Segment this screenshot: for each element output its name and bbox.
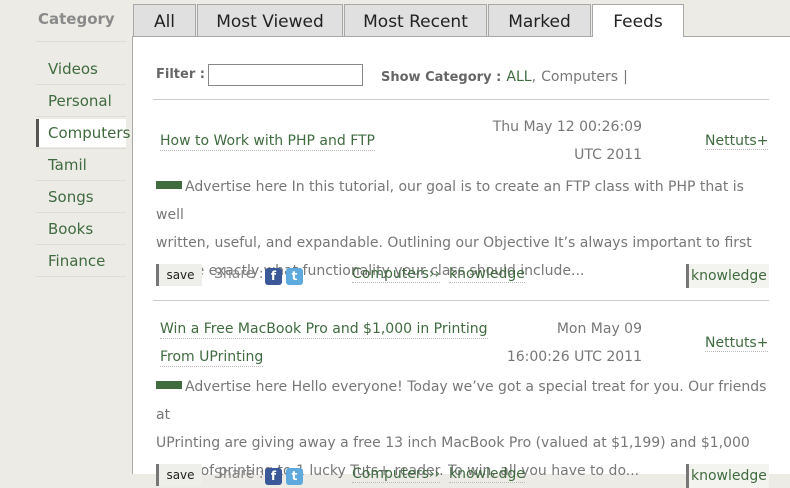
- summary-line: Advertise here Hello everyone! Today we’…: [156, 379, 767, 423]
- feed-source-link[interactable]: Nettuts+: [705, 133, 769, 150]
- category-link[interactable]: Computers››: [352, 466, 441, 483]
- divider: [36, 116, 126, 117]
- divider: [36, 244, 126, 245]
- summary-line: written, useful, and expandable. Outlini…: [156, 235, 752, 251]
- feed-item-date-line2: UTC 2011: [574, 147, 642, 163]
- facebook-icon[interactable]: f: [265, 468, 282, 485]
- advertise-icon: [156, 181, 182, 189]
- feed-item-title-link[interactable]: How to Work with PHP and FTP: [160, 133, 376, 151]
- share-label: Share :: [214, 266, 264, 282]
- category-sidebar: Category Videos Personal Computers Tamil…: [0, 0, 132, 474]
- divider: [36, 276, 126, 277]
- show-category-label: Show Category :: [381, 70, 502, 85]
- feed-item-date: Thu May 12 00:26:09: [492, 119, 642, 135]
- tab-most-viewed[interactable]: Most Viewed: [197, 4, 343, 36]
- show-category-all-link[interactable]: ALL: [506, 69, 531, 85]
- summary-line: Advertise here In this tutorial, our goa…: [156, 179, 744, 223]
- feed-item-date-line2: 16:00:26 UTC 2011: [506, 349, 642, 365]
- save-button[interactable]: save: [156, 464, 202, 486]
- category-link[interactable]: Computers››: [352, 266, 441, 283]
- advertise-icon: [156, 381, 182, 389]
- feed-item: Win a Free MacBook Pro and $1,000 in Pri…: [133, 307, 790, 488]
- sidebar-item-computers[interactable]: Computers: [36, 119, 130, 147]
- sidebar-item-videos[interactable]: Videos: [36, 55, 126, 83]
- divider: [36, 148, 126, 149]
- divider: [36, 180, 126, 181]
- keyword-badge[interactable]: knowledge: [686, 464, 769, 488]
- keyword-badge[interactable]: knowledge: [686, 264, 769, 288]
- sidebar-item-songs[interactable]: Songs: [36, 183, 126, 211]
- tab-most-recent[interactable]: Most Recent: [344, 4, 487, 36]
- feeds-panel: Filter : Show Category : ALL, Computers …: [132, 36, 790, 488]
- sidebar-item-tamil[interactable]: Tamil: [36, 151, 126, 179]
- divider: [36, 84, 126, 85]
- feed-item-title-link-line2[interactable]: From UPrinting: [160, 349, 264, 367]
- divider: [36, 212, 126, 213]
- tab-feeds[interactable]: Feeds: [592, 4, 684, 37]
- sidebar-item-books[interactable]: Books: [36, 215, 126, 243]
- tag-link[interactable]: knowledge: [449, 466, 525, 483]
- summary-line: UPrinting are giving away a free 13 inch…: [156, 435, 750, 451]
- tab-all[interactable]: All: [133, 4, 196, 36]
- divider: [153, 99, 769, 100]
- show-category: Show Category : ALL, Computers |: [381, 66, 628, 85]
- feed-item: How to Work with PHP and FTP Thu May 12 …: [133, 107, 790, 293]
- feed-item-date: Mon May 09: [556, 321, 642, 337]
- feed-source-link[interactable]: Nettuts+: [705, 335, 769, 352]
- sidebar-item-personal[interactable]: Personal: [36, 87, 126, 115]
- twitter-icon[interactable]: t: [286, 268, 303, 285]
- divider: [36, 41, 126, 42]
- filter-label: Filter :: [156, 67, 205, 82]
- show-category-computers-link[interactable]: Computers: [541, 69, 618, 85]
- save-button[interactable]: save: [156, 264, 202, 286]
- filter-input[interactable]: [208, 64, 363, 86]
- sidebar-item-finance[interactable]: Finance: [36, 247, 126, 275]
- facebook-icon[interactable]: f: [265, 268, 282, 285]
- twitter-icon[interactable]: t: [286, 468, 303, 485]
- feed-item-title-link[interactable]: Win a Free MacBook Pro and $1,000 in Pri…: [160, 321, 488, 339]
- share-label: Share :: [214, 466, 264, 482]
- show-category-pipe: |: [623, 69, 628, 85]
- divider: [153, 300, 769, 301]
- show-category-separator: ,: [531, 69, 537, 85]
- tab-marked[interactable]: Marked: [488, 4, 591, 36]
- tag-link[interactable]: knowledge: [449, 266, 525, 283]
- category-heading: Category: [38, 10, 115, 28]
